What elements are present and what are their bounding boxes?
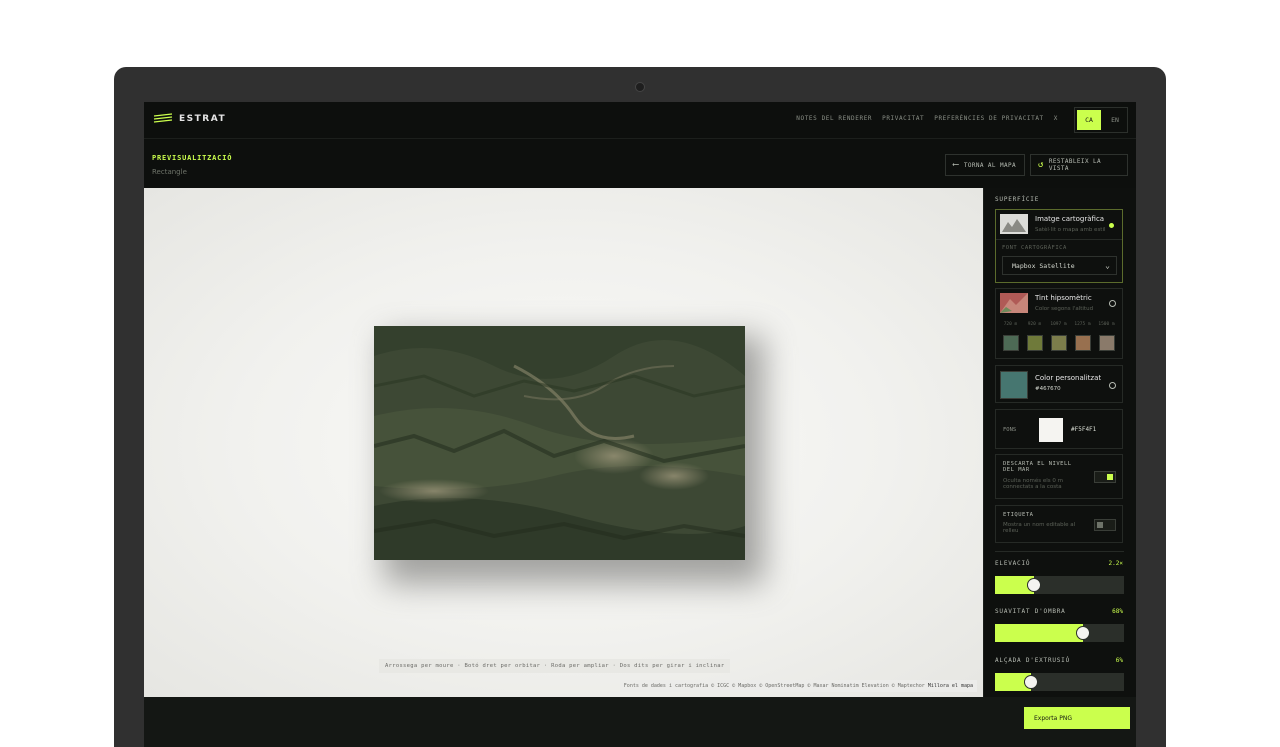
tint-stop-label: 920 m — [1027, 322, 1042, 327]
improve-map-link[interactable]: Millora el mapa — [928, 683, 973, 689]
hypsometric-thumbnail — [1000, 293, 1028, 313]
reset-view-label: RESTABLEIX LA VISTA — [1048, 158, 1101, 172]
extrusion-height-slider[interactable] — [995, 673, 1124, 691]
map-image-desc: Satèl·lit o mapa amb estil — [1035, 227, 1106, 233]
label-toggle-knob — [1097, 522, 1103, 528]
label-desc: Mostra un nom editable al relleu — [1003, 522, 1076, 534]
preview-header: PREVISUALITZACIÓ Rectangle ⟵ TORNA AL MA… — [144, 139, 1136, 189]
sea-level-card: DESCARTA EL NIVELL DEL MAR Oculta només … — [995, 454, 1123, 499]
app-screen: ESTRAT NOTES DEL RENDERER PRIVACITAT PRE… — [144, 102, 1136, 747]
map-image-title: Imatge cartogràfica — [1035, 215, 1105, 223]
laptop-frame: ESTRAT NOTES DEL RENDERER PRIVACITAT PRE… — [114, 67, 1166, 747]
tint-stop-label: 1275 m — [1074, 322, 1091, 327]
interaction-hint: Arrossega per moure · Botó dret per orbi… — [379, 659, 731, 673]
elevation-slider[interactable] — [995, 576, 1124, 594]
map-source-select[interactable]: Mapbox Satellite ⌄ — [1002, 256, 1117, 275]
tint-stop-label: 1097 m — [1050, 322, 1067, 327]
custom-color-value: #467670 — [1035, 386, 1061, 392]
background-color-value: #F5F4F1 — [1071, 426, 1097, 433]
surface-section-title: SUPERFÍCIE — [995, 196, 1040, 203]
satellite-terrain-image — [374, 326, 745, 560]
hypsometric-radio[interactable] — [1109, 300, 1116, 307]
page-title: PREVISUALITZACIÓ — [152, 154, 233, 162]
sea-level-desc: Oculta només els 0 m connectats a la cos… — [1003, 478, 1063, 490]
background-label: FONS — [1003, 427, 1017, 433]
page-subtitle: Rectangle — [152, 168, 187, 176]
extrusion-height-slider-thumb[interactable] — [1024, 675, 1038, 689]
shadow-softness-label: SUAVITAT D'OMBRA — [995, 608, 1066, 615]
custom-color-radio[interactable] — [1109, 382, 1116, 389]
nav-links: NOTES DEL RENDERER PRIVACITAT PREFERÈNCI… — [796, 115, 1058, 122]
extrusion-height-value: 6% — [1115, 657, 1123, 664]
lang-en-button[interactable]: EN — [1103, 108, 1127, 132]
lang-ca-button[interactable]: CA — [1077, 110, 1101, 130]
terrain-model[interactable] — [374, 326, 745, 560]
label-toggle[interactable] — [1094, 519, 1116, 531]
brand-name: ESTRAT — [179, 114, 227, 124]
tint-swatches — [1003, 335, 1115, 351]
map-source-value: Mapbox Satellite — [1012, 261, 1075, 270]
arrow-left-icon: ⟵ — [953, 160, 959, 170]
extrusion-height-label: ALÇADA D'EXTRUSIÓ — [995, 657, 1071, 664]
nav-link-privacy[interactable]: PRIVACITAT — [882, 115, 924, 122]
shadow-softness-slider-fill — [995, 624, 1083, 642]
elevation-value: 2.2× — [1108, 560, 1123, 567]
nav-link-privacy-preferences[interactable]: PREFERÈNCIES DE PRIVACITAT — [934, 115, 1044, 122]
attribution-bar: Fonts de dades i cartografia © ICGC © Ma… — [619, 680, 977, 692]
elevation-label: ELEVACIÓ — [995, 560, 1031, 567]
footer-bar — [144, 697, 1136, 747]
surface-option-map-image[interactable]: Imatge cartogràfica Satèl·lit o mapa amb… — [995, 209, 1123, 283]
surface-option-custom-color[interactable]: Color personalitzat #467670 — [995, 365, 1123, 403]
tint-swatch[interactable] — [1003, 335, 1019, 351]
hypsometric-title: Tint hipsomètric — [1035, 294, 1092, 302]
tint-stop-label: 1500 m — [1098, 322, 1115, 327]
elevation-slider-thumb[interactable] — [1027, 578, 1041, 592]
shadow-softness-slider-thumb[interactable] — [1076, 626, 1090, 640]
tint-swatch[interactable] — [1099, 335, 1115, 351]
sea-level-toggle[interactable] — [1094, 471, 1116, 483]
logo-icon — [153, 113, 173, 123]
tint-stop-labels: 720 m 920 m 1097 m 1275 m 1500 m — [1002, 322, 1115, 327]
shadow-softness-value: 68% — [1112, 608, 1123, 615]
map-source-label: FONT CARTOGRÀFICA — [1002, 245, 1067, 251]
nav-link-renderer-notes[interactable]: NOTES DEL RENDERER — [796, 115, 872, 122]
custom-color-swatch[interactable] — [1000, 371, 1028, 399]
map-image-radio[interactable] — [1109, 223, 1114, 228]
attribution-text: Fonts de dades i cartografia © ICGC © Ma… — [623, 683, 925, 689]
export-png-label: Exporta PNG — [1034, 714, 1072, 722]
settings-sidebar: SUPERFÍCIE Imatge cartogràfica Satèl·lit… — [983, 188, 1136, 697]
shadow-softness-slider[interactable] — [995, 624, 1124, 642]
tint-swatch[interactable] — [1075, 335, 1091, 351]
background-color-swatch[interactable] — [1039, 418, 1063, 442]
top-nav: ESTRAT NOTES DEL RENDERER PRIVACITAT PRE… — [144, 102, 1136, 139]
export-png-button[interactable]: Exporta PNG — [1024, 707, 1130, 729]
sea-level-toggle-knob — [1107, 474, 1113, 480]
map-image-thumbnail — [1000, 214, 1028, 234]
hypsometric-desc: Color segons l'altitud — [1035, 306, 1094, 312]
preview-canvas[interactable]: Arrossega per moure · Botó dret per orbi… — [144, 188, 983, 697]
back-to-map-label: TORNA AL MAPA — [963, 161, 1016, 169]
background-color-card: FONS #F5F4F1 — [995, 409, 1123, 449]
webcam-icon — [635, 82, 645, 92]
language-switcher: CA EN — [1074, 107, 1128, 133]
tint-swatch[interactable] — [1051, 335, 1067, 351]
back-to-map-button[interactable]: ⟵ TORNA AL MAPA — [945, 154, 1025, 176]
label-title: ETIQUETA — [1003, 512, 1034, 518]
label-card: ETIQUETA Mostra un nom editable al relle… — [995, 505, 1123, 543]
sea-level-title: DESCARTA EL NIVELL DEL MAR — [1003, 461, 1072, 473]
reset-icon: ↺ — [1038, 160, 1044, 170]
reset-view-button[interactable]: ↺ RESTABLEIX LA VISTA — [1030, 154, 1128, 176]
surface-option-hypsometric[interactable]: Tint hipsomètric Color segons l'altitud … — [995, 288, 1123, 359]
custom-color-title: Color personalitzat — [1035, 374, 1102, 382]
nav-link-x[interactable]: X — [1054, 115, 1058, 122]
tint-stop-label: 720 m — [1003, 322, 1018, 327]
chevron-down-icon: ⌄ — [1105, 261, 1110, 270]
tint-swatch[interactable] — [1027, 335, 1043, 351]
